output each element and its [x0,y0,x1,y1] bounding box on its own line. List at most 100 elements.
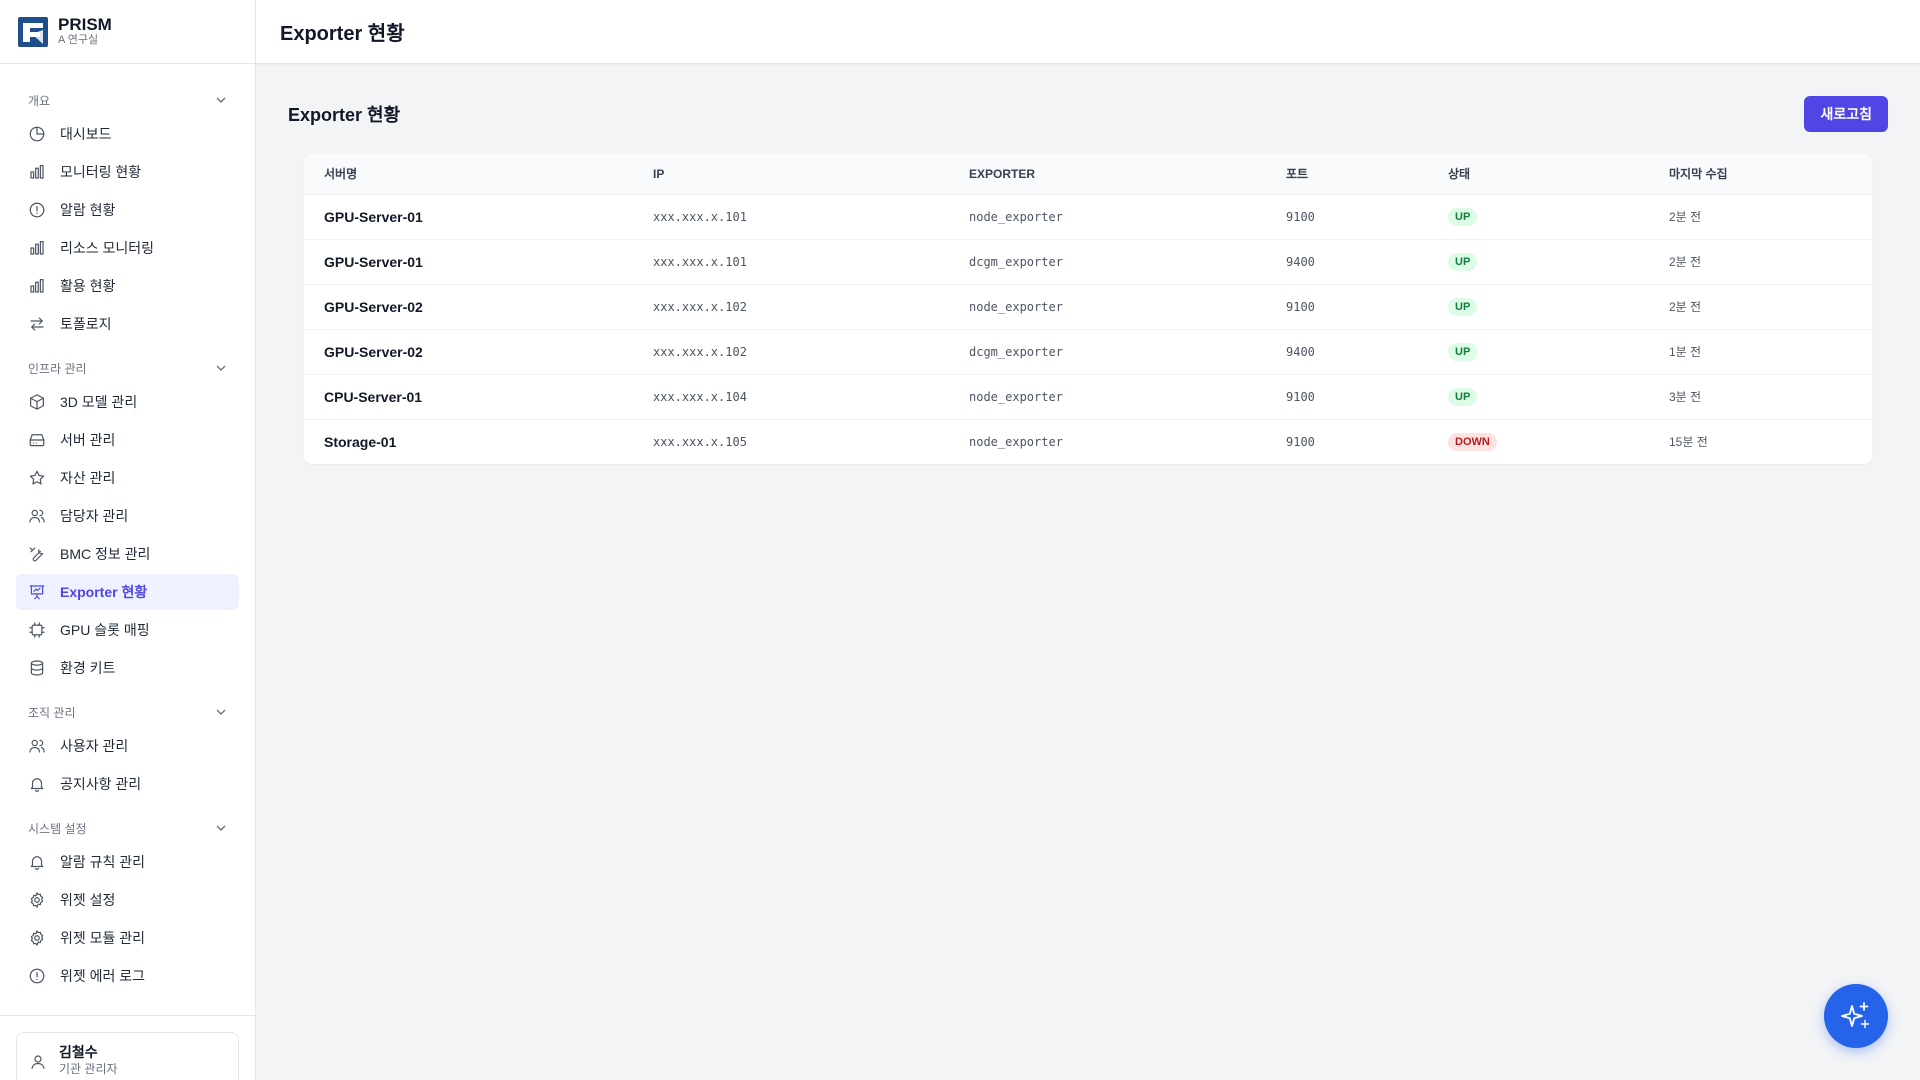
sidebar-item-bmc[interactable]: BMC 정보 관리 [16,536,239,572]
sidebar-item-widget-settings[interactable]: 위젯 설정 [16,882,239,918]
presentation-chart-icon [29,585,45,600]
sidebar-item-label: 위젯 에러 로그 [60,968,146,984]
section-system-settings[interactable]: 시스템 설정 [16,814,239,842]
brand[interactable]: PRISM A 연구실 [0,0,255,64]
sidebar-item-resource-monitoring[interactable]: 리소스 모니터링 [16,230,239,266]
sidebar-item-alarm-rules[interactable]: 알람 규칙 관리 [16,844,239,880]
refresh-button[interactable]: 새로고침 [1804,96,1888,132]
column-header-exporter[interactable]: EXPORTER [949,154,1266,194]
sidebar-item-utilization[interactable]: 활용 현황 [16,268,239,304]
sidebar-item-dashboard[interactable]: 대시보드 [16,116,239,152]
sidebar-item-label: 사용자 관리 [60,738,129,754]
sidebar-item-env-kit[interactable]: 환경 키트 [16,650,239,686]
section-title: 인프라 관리 [28,361,87,376]
sidebar-item-users[interactable]: 사용자 관리 [16,728,239,764]
sidebar-item-manager[interactable]: 담당자 관리 [16,498,239,534]
brand-name: PRISM [58,15,112,34]
table-row[interactable]: Storage-01 xxx.xxx.x.105 node_exporter 9… [304,418,1872,464]
cube-icon [30,394,44,410]
user-area: 김철수 기관 관리자 [0,1015,255,1080]
gear-icon [30,892,44,908]
sidebar-item-label: 공지사항 관리 [60,776,142,792]
sidebar-item-label: 자산 관리 [60,470,116,486]
column-header-server[interactable]: 서버명 [304,154,633,194]
cell-port: 9400 [1266,328,1428,374]
sidebar-item-exporter[interactable]: Exporter 현황 [16,574,239,610]
users-icon [29,739,45,753]
section-title: 시스템 설정 [28,821,87,836]
sidebar-item-label: BMC 정보 관리 [60,546,151,562]
sidebar-item-widget-error-log[interactable]: 위젯 에러 로그 [16,958,239,994]
column-header-port[interactable]: 포트 [1266,154,1428,194]
pie-chart-icon [29,126,45,142]
status-badge: UP [1448,253,1478,271]
cell-ip: xxx.xxx.x.105 [633,418,949,464]
sidebar-item-monitoring[interactable]: 모니터링 현황 [16,154,239,190]
cell-port: 9400 [1266,238,1428,284]
sidebar-nav: 개요 대시보드 모니터링 현황 알람 현황 리소스 모니터링 활용 현황 토폴로… [0,64,255,994]
cell-exporter: dcgm_exporter [949,238,1266,284]
column-header-ip[interactable]: IP [633,154,949,194]
user-card[interactable]: 김철수 기관 관리자 [16,1032,239,1080]
cell-ip: xxx.xxx.x.102 [633,328,949,374]
status-badge: UP [1448,208,1478,226]
cell-exporter: node_exporter [949,193,1266,239]
sidebar-item-alarm-status[interactable]: 알람 현황 [16,192,239,228]
sidebar-item-gpu-slot[interactable]: GPU 슬롯 매핑 [16,612,239,648]
status-badge: UP [1448,388,1478,406]
table-row[interactable]: GPU-Server-01 xxx.xxx.x.101 node_exporte… [304,193,1872,239]
sidebar-item-asset[interactable]: 자산 관리 [16,460,239,496]
table-row[interactable]: CPU-Server-01 xxx.xxx.x.104 node_exporte… [304,373,1872,419]
sidebar-item-label: 위젯 설정 [60,892,116,908]
cell-last-collected: 2분 전 [1649,238,1872,284]
sidebar-item-notices[interactable]: 공지사항 관리 [16,766,239,802]
section-organization[interactable]: 조직 관리 [16,698,239,726]
cell-exporter: node_exporter [949,373,1266,419]
sidebar-item-server[interactable]: 서버 관리 [16,422,239,458]
server-icon [29,434,45,447]
sparkles-icon [1841,1002,1870,1029]
chevron-down-icon [216,365,226,371]
sidebar-item-widget-modules[interactable]: 위젯 모듈 관리 [16,920,239,956]
sidebar-item-label: 토폴로지 [60,316,112,332]
section-infra[interactable]: 인프라 관리 [16,354,239,382]
section-overview[interactable]: 개요 [16,86,239,114]
users-icon [29,509,45,523]
sidebar-item-label: 활용 현황 [60,278,116,294]
column-header-last-collected[interactable]: 마지막 수집 [1649,154,1872,194]
sidebar-item-label: 담당자 관리 [60,508,129,524]
sidebar-item-3d-model[interactable]: 3D 모델 관리 [16,384,239,420]
database-icon [30,660,44,676]
user-icon [31,1055,45,1069]
section-title: 조직 관리 [28,705,76,720]
column-header-status[interactable]: 상태 [1428,154,1649,194]
chevron-down-icon [216,709,226,715]
cell-status: UP [1428,193,1649,239]
cell-status: UP [1428,373,1649,419]
sidebar-item-label: 3D 모델 관리 [60,394,138,410]
arrows-exchange-icon [30,317,44,331]
table-row[interactable]: GPU-Server-02 xxx.xxx.x.102 dcgm_exporte… [304,328,1872,374]
bar-chart-icon [30,241,44,255]
table-row[interactable]: GPU-Server-02 xxx.xxx.x.102 node_exporte… [304,283,1872,329]
bar-chart-icon [30,165,44,179]
sidebar-item-topology[interactable]: 토폴로지 [16,306,239,342]
status-badge: DOWN [1448,433,1497,452]
chip-icon [29,622,45,638]
main-content: Exporter 현황 새로고침 서버명 IP EXPORTER 포트 상태 마… [256,64,1920,1080]
cell-exporter: dcgm_exporter [949,328,1266,374]
exporter-table-card: 서버명 IP EXPORTER 포트 상태 마지막 수집 GPU-Server-… [304,154,1872,464]
cell-ip: xxx.xxx.x.104 [633,373,949,419]
bell-icon [30,856,44,870]
table-row[interactable]: GPU-Server-01 xxx.xxx.x.101 dcgm_exporte… [304,238,1872,284]
sidebar-item-label: 환경 키트 [60,660,116,676]
prism-logo-icon [18,16,48,47]
ai-assistant-button[interactable] [1824,984,1888,1048]
sidebar-item-label: 알람 규칙 관리 [60,854,146,870]
cell-server: CPU-Server-01 [304,373,633,419]
alert-circle-icon [29,968,45,984]
cell-exporter: node_exporter [949,283,1266,329]
exporter-table: 서버명 IP EXPORTER 포트 상태 마지막 수집 GPU-Server-… [304,154,1872,464]
table-header-row: 서버명 IP EXPORTER 포트 상태 마지막 수집 [304,154,1872,194]
section-title: 개요 [28,93,51,108]
